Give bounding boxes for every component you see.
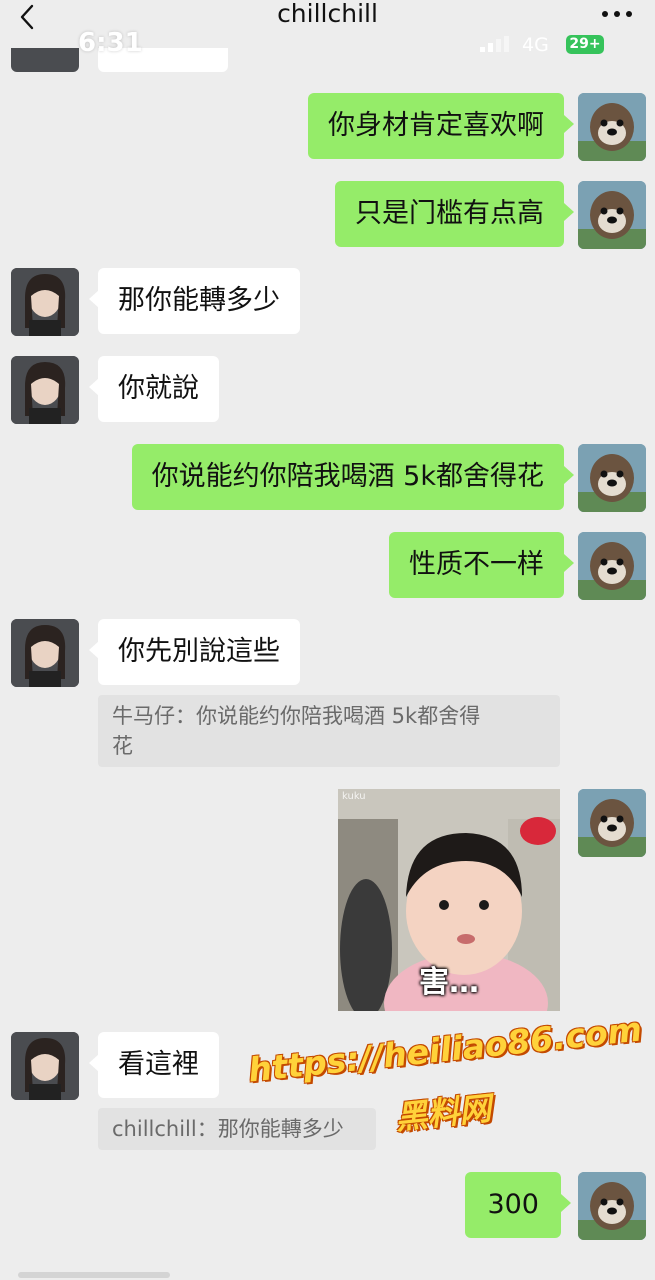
message-bubble-outgoing[interactable]: 性质不一样 — [389, 532, 574, 598]
avatar-self[interactable] — [578, 181, 646, 249]
scroll-indicator — [18, 1272, 170, 1278]
quote-line: chillchill：那你能轉多少 — [112, 1117, 344, 1141]
otter-avatar-icon — [578, 789, 646, 857]
more-dots-icon — [602, 11, 632, 17]
more-button[interactable] — [597, 2, 637, 26]
avatar-contact[interactable] — [11, 268, 79, 336]
message-bubble-outgoing[interactable]: 300 — [465, 1172, 571, 1238]
quoted-reply[interactable]: 牛马仔：你说能约你陪我喝酒 5k都舍得 花 — [98, 695, 560, 767]
quote-line: 牛马仔：你说能约你陪我喝酒 5k都舍得 — [112, 704, 481, 728]
girl-avatar-icon — [11, 268, 79, 336]
avatar-self[interactable] — [578, 93, 646, 161]
avatar-self[interactable] — [578, 444, 646, 512]
watermark-url: https://heiliao86.com — [246, 1009, 644, 1090]
otter-avatar-icon — [578, 532, 646, 600]
girl-avatar-icon — [11, 619, 79, 687]
nav-bar: chillchill — [0, 0, 655, 48]
avatar-contact[interactable] — [11, 356, 79, 424]
girl-avatar-icon — [11, 1032, 79, 1100]
sticker-caption: 害… — [419, 965, 479, 1000]
avatar-contact[interactable] — [11, 1032, 79, 1100]
sticker-message[interactable]: kuku 害… — [338, 789, 560, 1011]
chat-title: chillchill — [277, 0, 378, 28]
avatar-self[interactable] — [578, 789, 646, 857]
message-bubble-incoming[interactable]: 看這裡 — [89, 1032, 219, 1098]
sticker-tag: kuku — [342, 791, 366, 802]
message-bubble-outgoing[interactable]: 只是门槛有点高 — [335, 181, 574, 247]
message-bubble-incoming[interactable]: 你先別說這些 — [89, 619, 300, 685]
message-bubble-incoming[interactable]: 你就說 — [89, 356, 219, 422]
watermark-text: 黑料网 — [393, 1089, 493, 1137]
avatar-contact[interactable] — [11, 619, 79, 687]
otter-avatar-icon — [578, 1172, 646, 1240]
otter-avatar-icon — [578, 93, 646, 161]
girl-avatar-icon — [11, 356, 79, 424]
otter-avatar-icon — [578, 181, 646, 249]
partial-message-bubble — [98, 48, 228, 72]
quoted-reply[interactable]: chillchill：那你能轉多少 — [98, 1108, 376, 1150]
avatar-self[interactable] — [578, 1172, 646, 1240]
message-bubble-incoming[interactable]: 那你能轉多少 — [89, 268, 300, 334]
avatar-self[interactable] — [578, 532, 646, 600]
message-bubble-outgoing[interactable]: 你身材肯定喜欢啊 — [308, 93, 574, 159]
quote-line: 花 — [112, 734, 133, 758]
message-bubble-outgoing[interactable]: 你说能约你陪我喝酒 5k都舍得花 — [131, 444, 575, 510]
otter-avatar-icon — [578, 444, 646, 512]
